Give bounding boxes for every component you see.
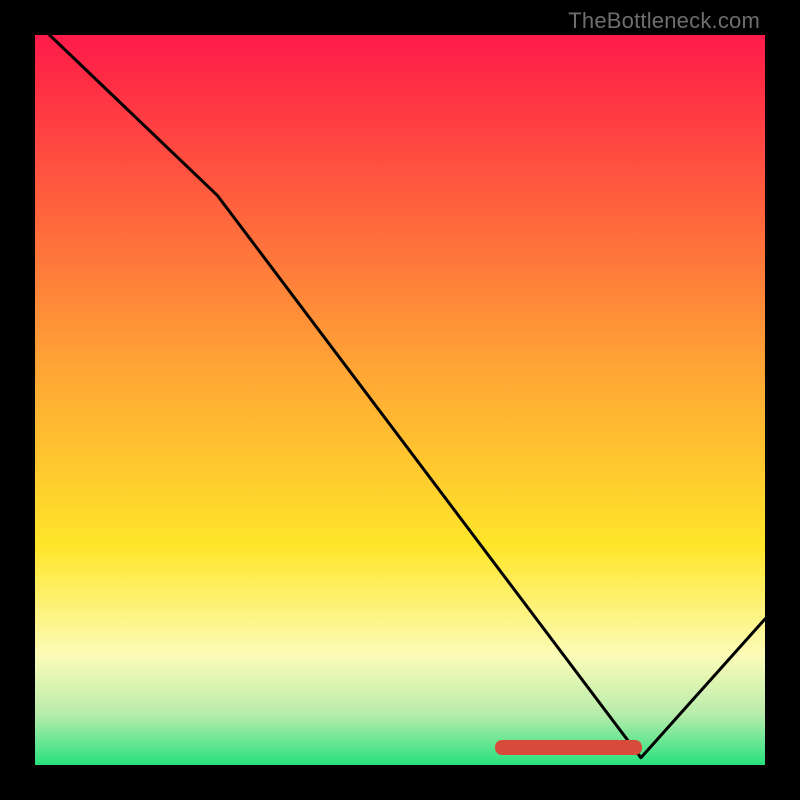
legend-marker bbox=[495, 740, 642, 755]
gradient-bg bbox=[35, 35, 765, 765]
plot-area bbox=[35, 35, 765, 765]
chart-svg bbox=[35, 35, 765, 765]
watermark-text: TheBottleneck.com bbox=[568, 8, 760, 34]
chart-frame: TheBottleneck.com bbox=[0, 0, 800, 800]
